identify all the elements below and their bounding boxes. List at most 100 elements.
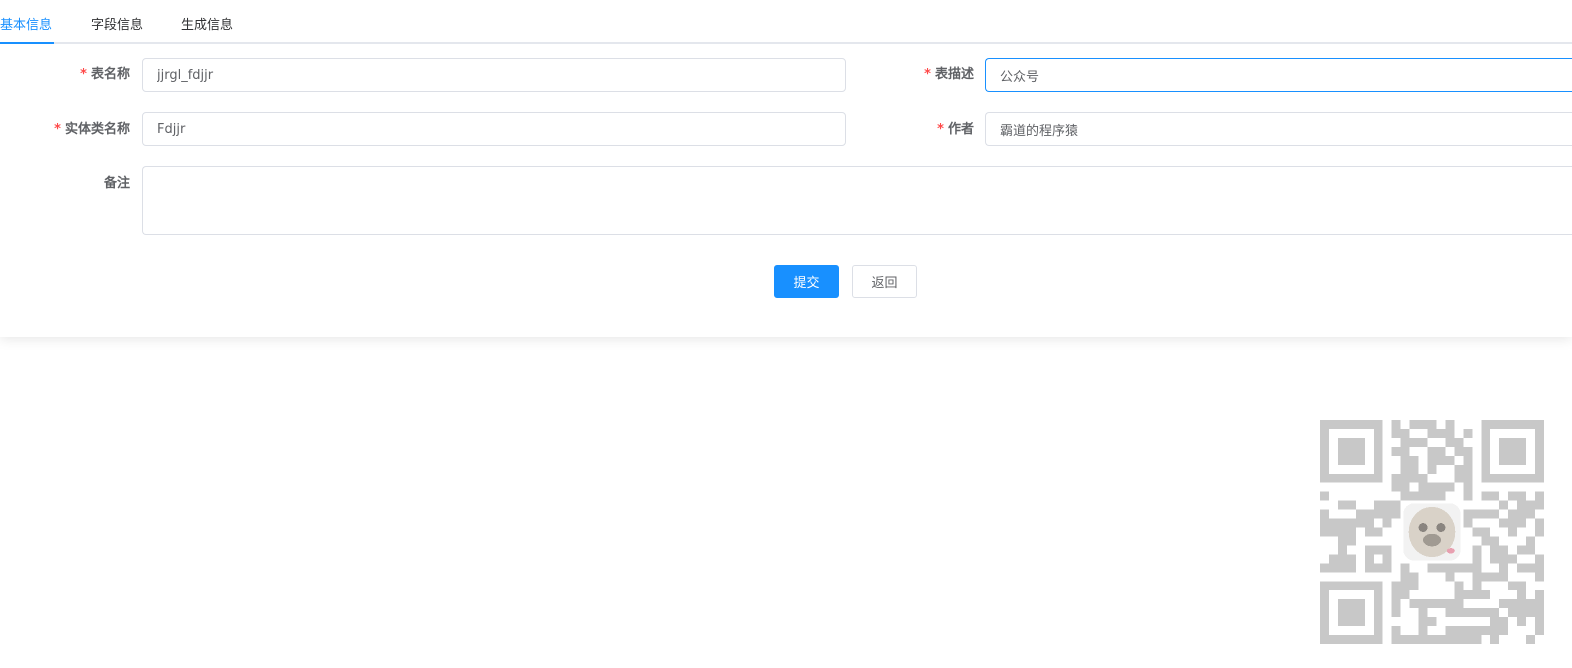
- qr-module: [1409, 437, 1419, 447]
- remark-label: 备注: [103, 176, 130, 191]
- qr-module: [1400, 635, 1410, 644]
- qr-module: [1481, 626, 1491, 636]
- qr-module: [1454, 563, 1464, 573]
- qr-module: [1400, 491, 1410, 501]
- qr-module: [1418, 491, 1428, 501]
- tab-basic-info[interactable]: 基本信息: [0, 17, 52, 35]
- qr-module: [1463, 563, 1473, 573]
- qr-module: [1535, 500, 1544, 510]
- qr-module: [1463, 491, 1473, 501]
- qr-module: [1373, 527, 1383, 537]
- qr-module: [1436, 599, 1446, 609]
- qr-module: [1409, 491, 1419, 501]
- remark-textarea[interactable]: [142, 166, 1572, 235]
- qr-module: [1517, 491, 1527, 501]
- qr-module: [1427, 491, 1437, 501]
- qr-module: [1418, 420, 1428, 429]
- qr-module: [1517, 518, 1527, 528]
- qr-module: [1400, 428, 1410, 438]
- class-name-input[interactable]: [142, 112, 846, 146]
- back-button[interactable]: 返回: [852, 265, 917, 298]
- qr-module: [1328, 554, 1338, 564]
- qr-module: [1517, 617, 1527, 627]
- qr-module: [1499, 545, 1509, 555]
- qr-module: [1391, 626, 1401, 636]
- table-desc-input[interactable]: [985, 58, 1572, 92]
- qr-module: [1463, 590, 1473, 600]
- qr-module: [1364, 527, 1374, 537]
- qr-module: [1472, 635, 1482, 644]
- qr-module: [1445, 626, 1455, 636]
- qr-module: [1427, 599, 1437, 609]
- qr-module: [1463, 455, 1473, 465]
- qr-module: [1328, 527, 1338, 537]
- qr-module: [1463, 518, 1473, 528]
- table-desc-label: * 表描述: [924, 66, 974, 84]
- qr-module: [1436, 491, 1446, 501]
- required-asterisk: *: [924, 67, 931, 82]
- table-desc-label-text: 表描述: [934, 67, 974, 82]
- qr-module: [1364, 518, 1374, 528]
- qr-module: [1445, 635, 1455, 644]
- submit-button[interactable]: 提交: [774, 265, 839, 298]
- qr-module: [1490, 509, 1500, 519]
- qr-module: [1490, 491, 1500, 501]
- qr-module: [1535, 527, 1544, 537]
- qr-code-image: [1320, 420, 1544, 644]
- qr-module: [1454, 590, 1464, 600]
- qr-module: [1445, 455, 1455, 465]
- qr-module: [1463, 446, 1473, 456]
- qr-module: [1508, 581, 1518, 591]
- qr-module: [1517, 608, 1527, 618]
- qr-module: [1382, 545, 1392, 555]
- qr-module: [1400, 446, 1410, 456]
- qr-module: [1490, 626, 1500, 636]
- tab-bar: 基本信息 字段信息 生成信息: [0, 0, 1572, 44]
- table-name-input[interactable]: [142, 58, 846, 92]
- qr-module: [1454, 635, 1464, 644]
- qr-module: [1346, 527, 1356, 537]
- qr-module: [1382, 500, 1392, 510]
- qr-module: [1436, 455, 1446, 465]
- qr-module: [1346, 500, 1356, 510]
- qr-module: [1355, 509, 1365, 519]
- qr-module: [1508, 491, 1518, 501]
- qr-module: [1535, 608, 1544, 618]
- qr-module: [1427, 617, 1437, 627]
- qr-module: [1526, 536, 1536, 546]
- qr-module: [1436, 482, 1446, 492]
- qr-module: [1490, 635, 1500, 644]
- qr-module: [1409, 420, 1419, 429]
- qr-module: [1463, 428, 1473, 438]
- qr-module: [1400, 473, 1410, 483]
- qr-module: [1499, 572, 1509, 582]
- active-tab-indicator: [0, 42, 54, 44]
- qr-module: [1517, 599, 1527, 609]
- tab-generate-info[interactable]: 生成信息: [181, 17, 233, 35]
- qr-module: [1418, 473, 1428, 483]
- tab-field-info[interactable]: 字段信息: [91, 17, 143, 35]
- qr-module: [1508, 518, 1518, 528]
- qr-module: [1499, 518, 1509, 528]
- qr-module: [1400, 581, 1410, 591]
- qr-module: [1472, 608, 1482, 618]
- author-label: * 作者: [937, 121, 974, 139]
- qr-module: [1373, 500, 1383, 510]
- qr-module: [1508, 599, 1518, 609]
- qr-module: [1517, 581, 1527, 591]
- qr-module: [1535, 599, 1544, 609]
- qr-module: [1445, 482, 1455, 492]
- qr-module: [1391, 608, 1401, 618]
- qr-module: [1481, 527, 1491, 537]
- qr-module: [1472, 554, 1482, 564]
- qr-module: [1499, 500, 1509, 510]
- qr-module: [1472, 590, 1482, 600]
- qr-module: [1436, 563, 1446, 573]
- qr-module: [1320, 563, 1329, 573]
- author-input[interactable]: [985, 112, 1572, 146]
- qr-module: [1346, 554, 1356, 564]
- qr-module: [1445, 572, 1455, 582]
- qr-module: [1436, 635, 1446, 644]
- qr-module: [1409, 464, 1419, 474]
- qr-module: [1400, 482, 1410, 492]
